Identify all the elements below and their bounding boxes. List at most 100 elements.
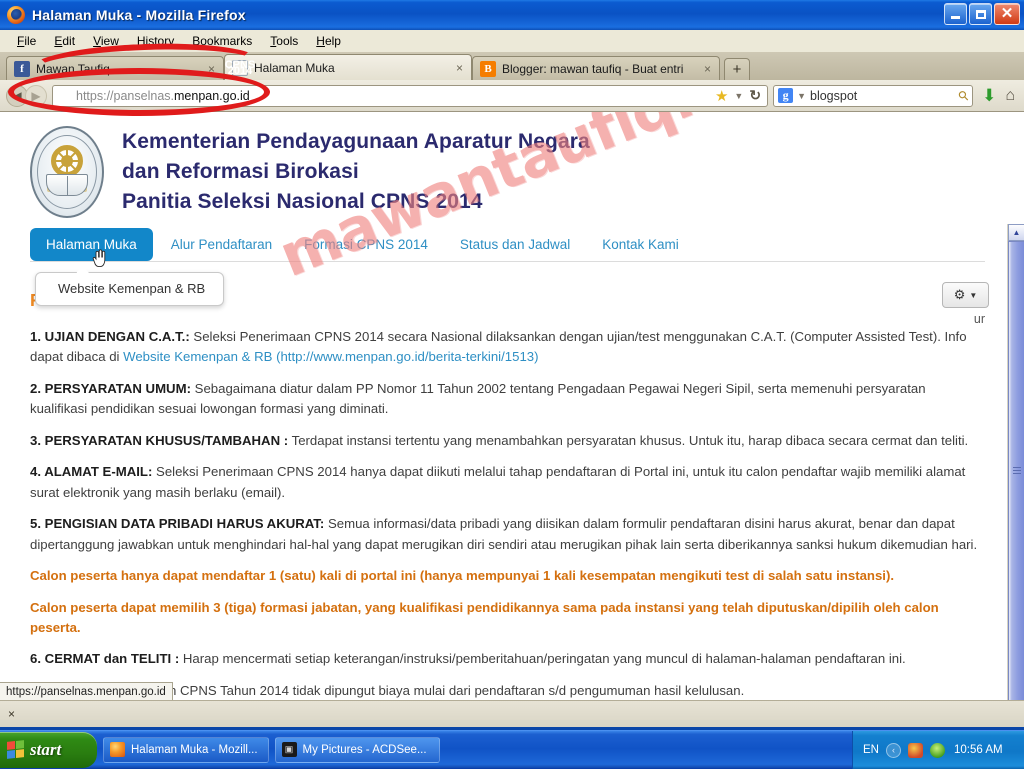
scrollbar-grip-icon: [1013, 467, 1021, 475]
item-number: 2.: [30, 381, 41, 396]
site-title-line-2: dan Reformasi Birokasi: [122, 157, 590, 187]
status-bar-url: https://panselnas.menpan.go.id: [0, 682, 173, 700]
firefox-icon: [110, 742, 125, 757]
url-text: https://panselnas.menpan.go.id: [76, 89, 710, 103]
menu-bar: File Edit View History Bookmarks Tools H…: [0, 30, 1024, 52]
address-bar[interactable]: ! https://panselnas.menpan.go.id ★ ▼ ↻: [52, 85, 768, 107]
taskbar-item-acdsee[interactable]: ▣ My Pictures - ACDSee...: [275, 737, 440, 763]
title-bar: Halaman Muka - Mozilla Firefox ✕: [0, 0, 1024, 30]
list-item: 5. PENGISIAN DATA PRIBADI HARUS AKURAT: …: [30, 514, 985, 555]
site-title-line-3: Panitia Seleksi Nasional CPNS 2014: [122, 187, 590, 217]
bookmark-star-icon[interactable]: ★: [715, 87, 728, 105]
acdsee-icon: ▣: [282, 742, 297, 757]
usb-icon[interactable]: [930, 743, 945, 758]
link-website-kemenpan-rb[interactable]: Website Kemenpan & RB: [123, 349, 272, 364]
minimize-button[interactable]: [944, 3, 967, 25]
url-scheme: https://: [76, 89, 114, 103]
reload-icon[interactable]: ↻: [749, 87, 761, 104]
window-controls: ✕: [944, 3, 1020, 25]
browser-tab-blogger[interactable]: B Blogger: mawan taufiq - Buat entri ×: [472, 56, 720, 80]
warning-triangle-icon[interactable]: !: [57, 89, 71, 102]
item-sep: :: [280, 433, 288, 448]
system-clock[interactable]: 10:56 AM: [954, 744, 1003, 756]
site-title-line-1: Kementerian Pendayagunaan Aparatur Negar…: [122, 127, 590, 157]
menu-file[interactable]: File: [8, 32, 45, 50]
announcement-content: PENTING: 1. UJIAN DENGAN C.A.T.: Seleksi…: [30, 262, 985, 700]
tab-strip: f Mawan Taufiq × CPNS 2014 Halaman Muka …: [0, 52, 1024, 80]
nav-item-kontak-kami[interactable]: Kontak Kami: [588, 228, 693, 261]
menu-edit[interactable]: Edit: [45, 32, 84, 50]
antivirus-icon[interactable]: [908, 743, 923, 758]
item-body: Terdapat instansi tertentu yang menambah…: [288, 433, 968, 448]
item-title: CERMAT dan TELITI: [45, 651, 172, 666]
forward-arrow-icon[interactable]: ▶: [25, 85, 47, 107]
window-title: Halaman Muka - Mozilla Firefox: [32, 7, 246, 23]
tab-close-icon[interactable]: ×: [698, 62, 711, 76]
menu-history[interactable]: History: [128, 32, 183, 50]
firefox-window: Halaman Muka - Mozilla Firefox ✕ File Ed…: [0, 0, 1024, 730]
dropdown-item-website-kemenpan-rb[interactable]: Website Kemenpan & RB: [58, 281, 205, 296]
nav-item-alur-pendaftaran[interactable]: Alur Pendaftaran: [157, 228, 286, 261]
home-icon[interactable]: ⌂: [1005, 87, 1018, 105]
menu-bookmarks[interactable]: Bookmarks: [183, 32, 261, 50]
search-icon[interactable]: ⚲: [954, 86, 972, 104]
nav-item-status-dan-jadwal[interactable]: Status dan Jadwal: [446, 228, 584, 261]
warning-line: Calon peserta hanya dapat mendaftar 1 (s…: [30, 566, 985, 586]
start-button[interactable]: start: [0, 732, 97, 768]
list-item: 1. UJIAN DENGAN C.A.T.: Seleksi Penerima…: [30, 327, 985, 368]
tab-label: Mawan Taufiq: [36, 62, 196, 76]
start-label: start: [30, 740, 61, 760]
facebook-icon: f: [14, 61, 30, 77]
nav-item-halaman-muka[interactable]: Halaman Muka: [30, 228, 153, 261]
close-button[interactable]: ✕: [994, 3, 1020, 25]
chevron-down-icon[interactable]: ▼: [734, 91, 743, 101]
navigation-toolbar: ◀ ▶ ! https://panselnas.menpan.go.id ★ ▼…: [0, 80, 1024, 112]
site-title: Kementerian Pendayagunaan Aparatur Negar…: [122, 127, 590, 216]
vertical-scrollbar[interactable]: ▲ ▼: [1007, 224, 1024, 700]
maximize-button[interactable]: [969, 3, 992, 25]
menu-tools[interactable]: Tools: [261, 32, 307, 50]
language-indicator[interactable]: EN: [863, 744, 879, 756]
item-number: 3.: [30, 433, 41, 448]
windows-taskbar: start Halaman Muka - Mozill... ▣ My Pict…: [0, 730, 1024, 768]
item-number: 1.: [30, 329, 41, 344]
search-input[interactable]: blogspot: [810, 89, 955, 103]
site-nav-wrapper: Halaman Muka Alur Pendaftaran Formasi CP…: [30, 228, 985, 262]
url-domain: menpan.go.id: [174, 89, 250, 103]
blogger-icon: B: [480, 61, 496, 77]
cpns-2014-icon: CPNS 2014: [232, 60, 248, 76]
taskbar-item-firefox[interactable]: Halaman Muka - Mozill...: [103, 737, 269, 763]
find-bar-close-icon[interactable]: ×: [8, 707, 15, 721]
list-item: 7. GRATIS : Penerimaan CPNS Tahun 2014 t…: [30, 681, 985, 700]
scroll-up-button[interactable]: ▲: [1008, 224, 1024, 241]
address-bar-actions: ★ ▼ ↻: [715, 87, 763, 105]
chevron-left-icon[interactable]: ‹: [886, 743, 901, 758]
item-body: Harap mencermati setiap keterangan/instr…: [179, 651, 905, 666]
tab-label: Blogger: mawan taufiq - Buat entri: [502, 62, 692, 76]
tab-close-icon[interactable]: ×: [450, 61, 463, 75]
search-box[interactable]: g ▼ blogspot ⚲: [773, 85, 973, 107]
search-engine-chevron-icon[interactable]: ▼: [797, 91, 806, 101]
item-title: PENGISIAN DATA PRIBADI HARUS AKURAT: [45, 516, 320, 531]
site-nav: Halaman Muka Alur Pendaftaran Formasi CP…: [30, 228, 985, 261]
system-tray: EN ‹ 10:56 AM: [852, 731, 1024, 769]
google-icon[interactable]: g: [778, 88, 793, 103]
list-item: 2. PERSYARATAN UMUM: Sebagaimana diatur …: [30, 379, 985, 420]
menu-help[interactable]: Help: [307, 32, 350, 50]
page-viewport: Kementerian Pendayagunaan Aparatur Negar…: [0, 112, 1024, 700]
tab-close-icon[interactable]: ×: [202, 62, 215, 76]
nav-item-formasi-cpns-2014[interactable]: Formasi CPNS 2014: [290, 228, 442, 261]
firefox-logo-icon: [6, 5, 26, 25]
site-header: Kementerian Pendayagunaan Aparatur Negar…: [30, 126, 985, 228]
download-arrow-icon[interactable]: ⬇: [978, 86, 1000, 106]
item-title: PERSYARATAN KHUSUS/TAMBAHAN: [45, 433, 280, 448]
scrollbar-thumb[interactable]: [1008, 241, 1024, 700]
item-number: 5.: [30, 516, 41, 531]
item-title: PERSYARATAN UMUM: [45, 381, 187, 396]
browser-tab-facebook[interactable]: f Mawan Taufiq ×: [6, 56, 224, 80]
browser-tab-halaman-muka[interactable]: CPNS 2014 Halaman Muka ×: [224, 54, 472, 80]
list-item: 3. PERSYARATAN KHUSUS/TAMBAHAN : Terdapa…: [30, 431, 985, 451]
new-tab-button[interactable]: +: [724, 58, 750, 80]
menu-view[interactable]: View: [84, 32, 128, 50]
item-title: UJIAN DENGAN C.A.T.: [45, 329, 186, 344]
